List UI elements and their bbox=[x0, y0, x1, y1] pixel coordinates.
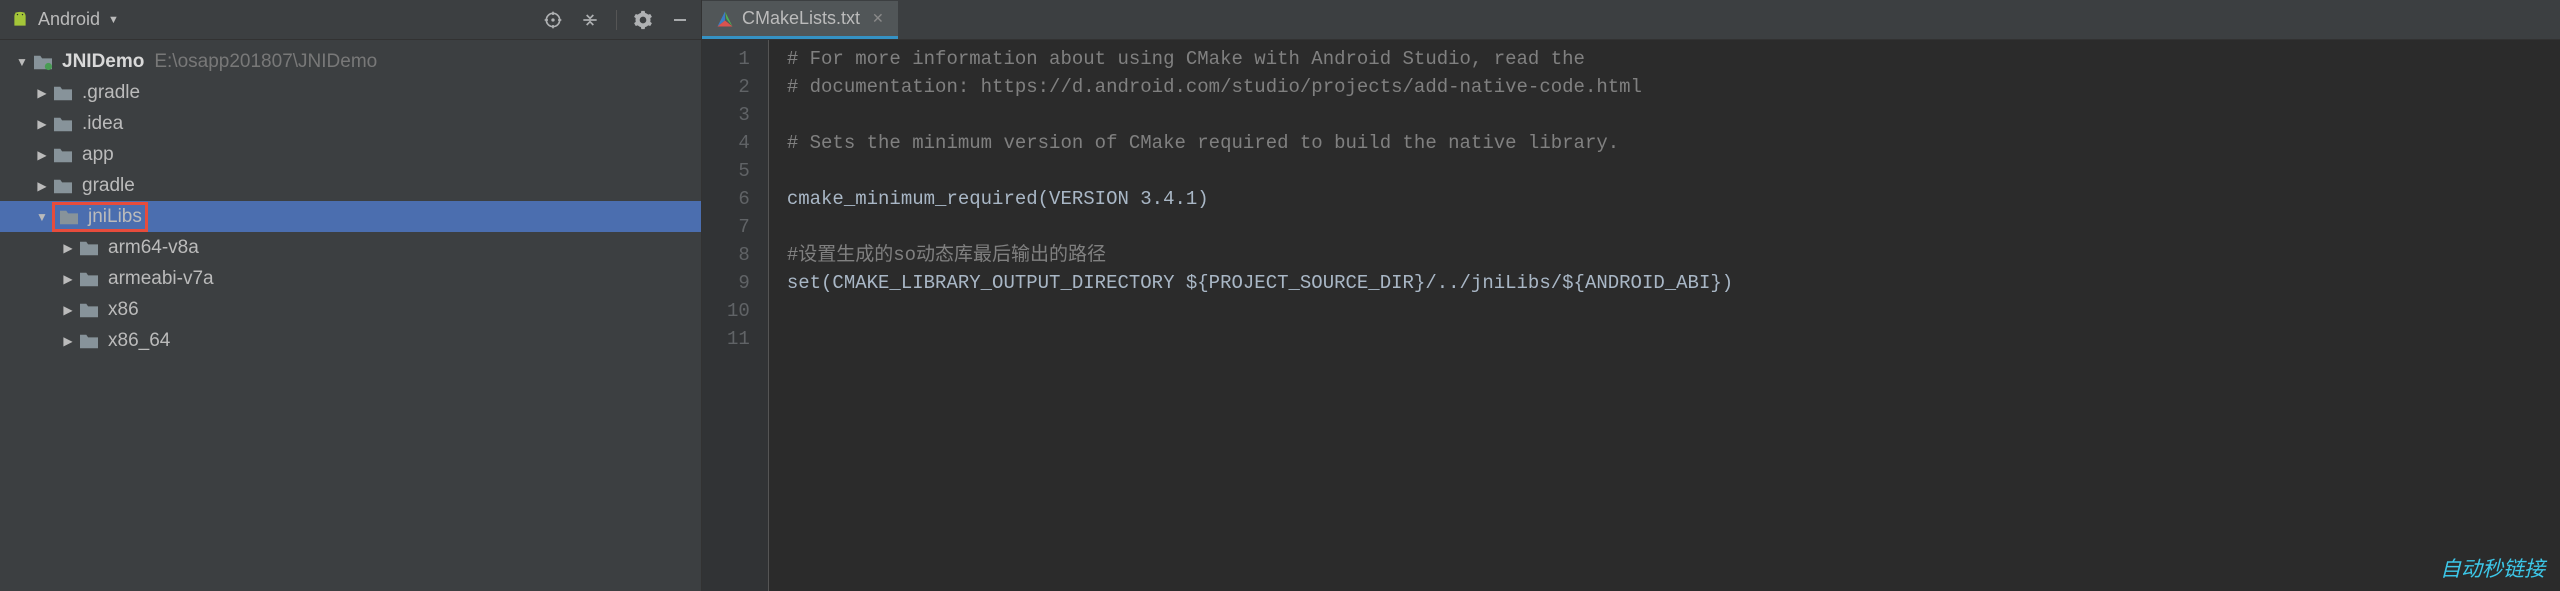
watermark-text: 自动秒链接 bbox=[2440, 553, 2545, 583]
line-number: 11 bbox=[727, 325, 750, 353]
collapse-arrow-icon[interactable]: ▶ bbox=[58, 272, 78, 286]
folder-icon bbox=[52, 115, 74, 133]
tree-folder[interactable]: ▶ armeabi-v7a bbox=[0, 263, 701, 294]
collapse-arrow-icon[interactable]: ▶ bbox=[58, 303, 78, 317]
project-tree: ▼ JNIDemo E:\osapp201807\JNIDemo ▶ .grad… bbox=[0, 40, 701, 591]
project-view-title[interactable]: Android bbox=[38, 9, 100, 30]
collapse-arrow-icon[interactable]: ▶ bbox=[58, 334, 78, 348]
line-number: 7 bbox=[727, 213, 750, 241]
folder-label: armeabi-v7a bbox=[108, 268, 214, 290]
collapse-icon[interactable] bbox=[579, 9, 601, 31]
project-name: JNIDemo bbox=[62, 51, 144, 73]
code-line bbox=[787, 101, 2542, 129]
gear-icon[interactable] bbox=[632, 9, 654, 31]
tree-folder[interactable]: ▶ x86 bbox=[0, 294, 701, 325]
project-sidebar: Android ▼ bbox=[0, 0, 702, 591]
collapse-arrow-icon[interactable]: ▶ bbox=[32, 86, 52, 100]
folder-label: x86 bbox=[108, 299, 139, 321]
folder-label: arm64-v8a bbox=[108, 237, 199, 259]
tree-folder[interactable]: ▶ .gradle bbox=[0, 77, 701, 108]
editor-area: CMakeLists.txt ✕ 1 2 3 4 5 6 7 8 9 10 11… bbox=[702, 0, 2560, 591]
folder-label: app bbox=[82, 144, 114, 166]
code-line bbox=[787, 213, 2542, 241]
tree-folder[interactable]: ▶ app bbox=[0, 139, 701, 170]
folder-icon bbox=[52, 146, 74, 164]
code-line: # Sets the minimum version of CMake requ… bbox=[787, 129, 2542, 157]
module-folder-icon bbox=[32, 53, 54, 71]
tab-label: CMakeLists.txt bbox=[742, 8, 860, 29]
folder-label: x86_64 bbox=[108, 330, 170, 352]
folder-label: .gradle bbox=[82, 82, 140, 104]
code-line: set(CMAKE_LIBRARY_OUTPUT_DIRECTORY ${PRO… bbox=[787, 269, 2542, 297]
collapse-arrow-icon[interactable]: ▶ bbox=[32, 117, 52, 131]
folder-icon bbox=[78, 301, 100, 319]
expand-arrow-icon[interactable]: ▼ bbox=[32, 210, 52, 224]
code-line bbox=[787, 157, 2542, 185]
line-number: 4 bbox=[727, 129, 750, 157]
project-toolbar: Android ▼ bbox=[0, 0, 701, 40]
folder-icon bbox=[52, 84, 74, 102]
folder-icon bbox=[78, 270, 100, 288]
android-icon bbox=[10, 10, 30, 30]
folder-label: jniLibs bbox=[88, 206, 142, 228]
line-number: 3 bbox=[727, 101, 750, 129]
code-line: # documentation: https://d.android.com/s… bbox=[787, 73, 2542, 101]
cmake-file-icon bbox=[716, 10, 734, 28]
collapse-arrow-icon[interactable]: ▶ bbox=[32, 179, 52, 193]
target-icon[interactable] bbox=[542, 9, 564, 31]
code-content[interactable]: # For more information about using CMake… bbox=[769, 40, 2560, 591]
highlight-box: jniLibs bbox=[52, 202, 148, 232]
code-line: # For more information about using CMake… bbox=[787, 45, 2542, 73]
collapse-arrow-icon[interactable]: ▶ bbox=[58, 241, 78, 255]
close-icon[interactable]: ✕ bbox=[872, 10, 884, 27]
line-number: 8 bbox=[727, 241, 750, 269]
tree-folder-jnilibs[interactable]: ▼ jniLibs bbox=[0, 201, 701, 232]
line-number: 5 bbox=[727, 157, 750, 185]
line-gutter: 1 2 3 4 5 6 7 8 9 10 11 bbox=[702, 40, 769, 591]
code-line bbox=[787, 297, 2542, 325]
folder-icon bbox=[52, 177, 74, 195]
tree-root[interactable]: ▼ JNIDemo E:\osapp201807\JNIDemo bbox=[0, 46, 701, 77]
folder-label: gradle bbox=[82, 175, 135, 197]
line-number: 9 bbox=[727, 269, 750, 297]
line-number: 6 bbox=[727, 185, 750, 213]
folder-label: .idea bbox=[82, 113, 123, 135]
divider bbox=[616, 10, 617, 30]
expand-arrow-icon[interactable]: ▼ bbox=[12, 55, 32, 69]
tree-folder[interactable]: ▶ arm64-v8a bbox=[0, 232, 701, 263]
project-path: E:\osapp201807\JNIDemo bbox=[154, 51, 377, 73]
folder-icon bbox=[78, 332, 100, 350]
dropdown-arrow-icon[interactable]: ▼ bbox=[108, 14, 119, 26]
tree-folder[interactable]: ▶ gradle bbox=[0, 170, 701, 201]
editor-tabs: CMakeLists.txt ✕ bbox=[702, 0, 2560, 40]
code-line bbox=[787, 325, 2542, 353]
folder-icon bbox=[58, 208, 80, 226]
tree-folder[interactable]: ▶ x86_64 bbox=[0, 325, 701, 356]
code-editor[interactable]: 1 2 3 4 5 6 7 8 9 10 11 # For more infor… bbox=[702, 40, 2560, 591]
line-number: 2 bbox=[727, 73, 750, 101]
minimize-icon[interactable] bbox=[669, 9, 691, 31]
editor-tab-cmakelists[interactable]: CMakeLists.txt ✕ bbox=[702, 1, 898, 39]
folder-icon bbox=[78, 239, 100, 257]
code-line: #设置生成的so动态库最后输出的路径 bbox=[787, 241, 2542, 269]
line-number: 10 bbox=[727, 297, 750, 325]
collapse-arrow-icon[interactable]: ▶ bbox=[32, 148, 52, 162]
code-line: cmake_minimum_required(VERSION 3.4.1) bbox=[787, 185, 2542, 213]
tree-folder[interactable]: ▶ .idea bbox=[0, 108, 701, 139]
line-number: 1 bbox=[727, 45, 750, 73]
